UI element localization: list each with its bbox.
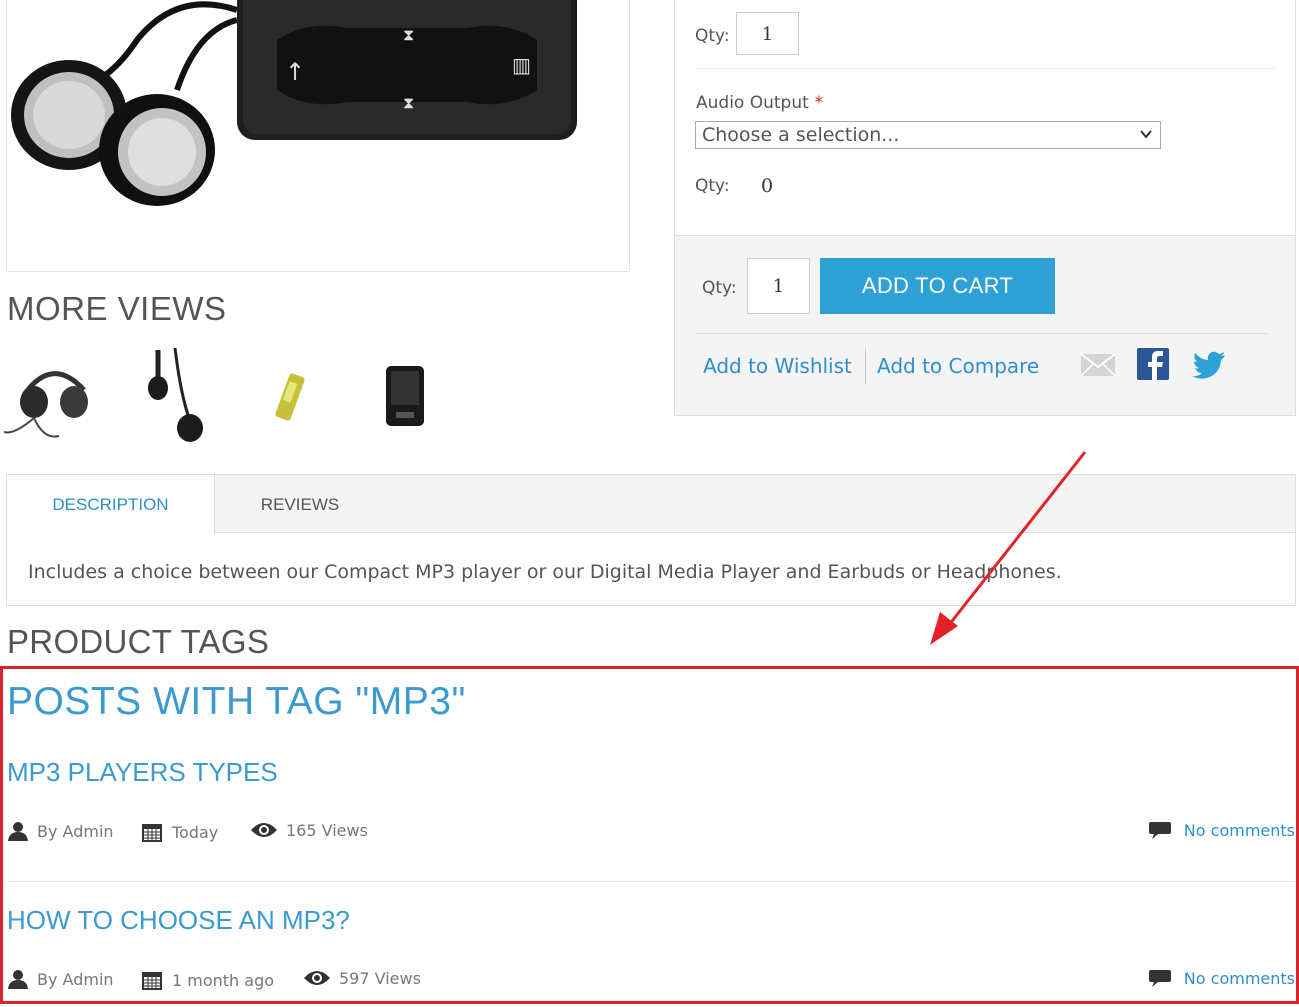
cart-divider [695,333,1267,334]
post-author-2: By Admin [7,968,114,990]
post-divider [7,881,1295,882]
add-to-wishlist-link[interactable]: Add to Wishlist [703,354,852,378]
twitter-share-button[interactable] [1191,346,1229,384]
post-date-1: Today [140,820,218,844]
qty-label: Qty: [695,26,730,46]
post-views-text-2: 597 Views [339,968,421,988]
posts-with-tag-heading: POSTS WITH TAG "MP3" [7,680,466,723]
post-date-text-2: 1 month ago [172,970,275,990]
facebook-share-button[interactable] [1135,346,1173,384]
thumbnail-headphones[interactable] [3,340,104,450]
audio-output-label: Audio Output * [696,93,823,113]
cart-qty-input[interactable]: 1 [747,258,810,314]
calendar-icon [142,824,162,842]
comment-icon [1148,970,1171,987]
media-player-thumb-image [386,366,424,426]
thumbnail-mp3-player[interactable] [242,340,342,450]
post-comments-link-1[interactable]: No comments [1148,820,1295,840]
svg-text:▥: ▥ [512,53,531,77]
post-title-2[interactable]: HOW TO CHOOSE AN MP3? [7,905,350,936]
svg-text:⧗: ⧗ [403,25,414,44]
post-comments-text-2: No comments [1183,968,1295,988]
tab-description[interactable]: DESCRIPTION [7,475,215,534]
post-views-text-1: 165 Views [286,820,368,840]
thumbnail-earbuds[interactable] [130,340,230,450]
product-options-panel: Qty: 1 Audio Output * Choose a selection.… [674,0,1296,236]
calendar-icon [142,972,162,990]
twitter-icon [1192,351,1225,379]
post-author-text-2: By Admin [37,969,114,989]
thumbnail-media-player[interactable] [356,340,456,450]
post-views-1: 165 Views [250,820,368,840]
headphones-thumb-image [3,371,88,438]
cart-qty-label: Qty: [702,278,737,298]
add-to-compare-link[interactable]: Add to Compare [877,354,1039,378]
eye-icon [251,823,277,837]
qty-input[interactable]: 1 [736,12,799,55]
post-date-2: 1 month ago [140,968,274,992]
main-product-image[interactable]: ⧗ ⧗ ↑ ▥ [6,0,630,272]
audio-output-select-value: Choose a selection... [702,124,900,146]
comment-icon [1148,822,1171,839]
user-icon [8,822,28,841]
add-to-cart-button[interactable]: ADD TO CART [820,258,1055,314]
post-comments-text-1: No comments [1183,820,1295,840]
audio-output-select[interactable]: Choose a selection... [695,121,1161,149]
email-share-button[interactable] [1079,346,1117,384]
eye-icon [304,971,330,985]
user-icon [8,970,28,989]
description-content: Includes a choice between our Compact MP… [28,561,1062,583]
options-divider [695,68,1275,69]
earbuds-player-image: ⧗ ⧗ ↑ ▥ [11,0,577,206]
chevron-down-icon [1140,130,1152,139]
earbuds-thumb-image [148,347,203,442]
required-mark: * [814,93,824,113]
post-author-1: By Admin [7,820,114,842]
add-to-cart-panel: Qty: 1 ADD TO CART Add to Wishlist Add t… [674,235,1296,416]
svg-text:⧗: ⧗ [403,93,414,112]
post-title-1[interactable]: MP3 PLAYERS TYPES [7,757,278,788]
post-date-text-1: Today [172,822,219,842]
audio-output-label-text: Audio Output [696,93,809,113]
mp3-player-thumb-image [275,373,305,421]
email-icon [1080,353,1116,377]
post-author-text-1: By Admin [37,821,114,841]
more-views-title: MORE VIEWS [7,290,227,327]
svg-text:↑: ↑ [285,58,305,86]
facebook-icon [1137,348,1169,380]
tab-reviews[interactable]: REVIEWS [215,475,385,533]
product-tabs: DESCRIPTION REVIEWS Includes a choice be… [6,474,1296,606]
qty2-label: Qty: [695,176,730,196]
link-separator [865,348,866,384]
post-comments-link-2[interactable]: No comments [1148,968,1295,988]
post-views-2: 597 Views [303,968,421,988]
product-tags-title: PRODUCT TAGS [7,623,270,660]
qty2-value: 0 [761,175,774,197]
